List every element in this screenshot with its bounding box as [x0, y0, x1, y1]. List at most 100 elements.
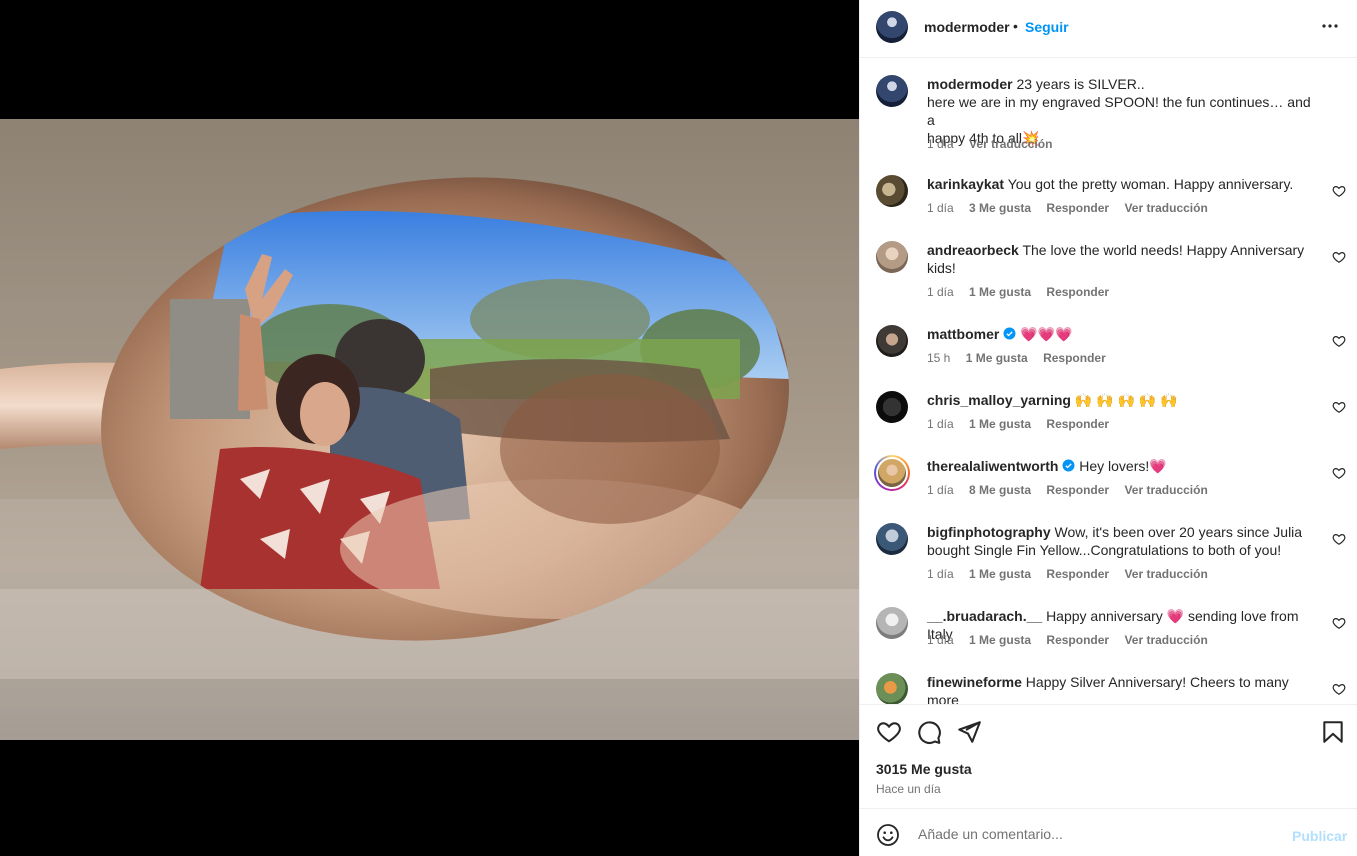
post-header: modermoder • Seguir: [860, 0, 1357, 58]
caption-meta: 1 día Ver traducción: [927, 137, 1064, 151]
commenter-avatar[interactable]: [876, 673, 908, 704]
comment-username[interactable]: karinkaykat: [927, 176, 1004, 192]
comment-composer: Publicar: [860, 808, 1357, 856]
caption-time[interactable]: 1 día: [927, 137, 954, 151]
comment-time[interactable]: 1 día: [927, 567, 954, 581]
translate-link[interactable]: Ver traducción: [1124, 201, 1207, 215]
translate-link[interactable]: Ver traducción: [1124, 633, 1207, 647]
comment-body: The love the world needs! Happy Annivers…: [1022, 242, 1305, 258]
comment-username[interactable]: therealaliwentworth: [927, 458, 1058, 474]
publish-button[interactable]: Publicar: [1292, 828, 1347, 844]
comment-text: bigfinphotography Wow, it's been over 20…: [927, 523, 1322, 559]
commenter-avatar[interactable]: [876, 391, 908, 423]
translate-link[interactable]: Ver traducción: [1124, 483, 1207, 497]
commenter-avatar[interactable]: [876, 241, 908, 273]
comment-like-heart-icon[interactable]: [1332, 250, 1346, 264]
comment-meta: 1 día 1 Me gusta Responder Ver traducció…: [927, 633, 1220, 647]
comment-username[interactable]: __.bruadarach.__: [927, 608, 1042, 624]
comment-meta: 1 día 8 Me gusta Responder Ver traducció…: [927, 483, 1220, 497]
comment-like-heart-icon[interactable]: [1332, 334, 1346, 348]
commenter-avatar[interactable]: [876, 325, 908, 357]
comment-likes[interactable]: 8 Me gusta: [969, 483, 1031, 497]
caption-line-2: here we are in my engraved SPOON! the fu…: [927, 94, 1311, 128]
owner-avatar[interactable]: [876, 11, 908, 43]
separator-dot: •: [1013, 18, 1018, 34]
comment-username[interactable]: finewineforme: [927, 674, 1022, 690]
comment-username[interactable]: chris_malloy_yarning: [927, 392, 1071, 408]
commenter-avatar[interactable]: [876, 607, 908, 639]
reply-button[interactable]: Responder: [1046, 567, 1109, 581]
caption-avatar[interactable]: [876, 75, 908, 107]
comment-text: chris_malloy_yarning 🙌 🙌 🙌 🙌 🙌: [927, 391, 1322, 409]
comment-likes[interactable]: 1 Me gusta: [966, 351, 1028, 365]
comment-meta: 1 día 3 Me gusta Responder Ver traducció…: [927, 201, 1220, 215]
post-timestamp[interactable]: Hace un día: [876, 782, 941, 796]
comment-time[interactable]: 1 día: [927, 483, 954, 497]
commenter-avatar[interactable]: [876, 523, 908, 555]
post-actions: 3015 Me gusta Hace un día: [860, 704, 1357, 808]
comment-body: Wow, it's been over 20 years since Julia: [1054, 524, 1303, 540]
comment-like-heart-icon[interactable]: [1332, 400, 1346, 414]
comment-likes[interactable]: 1 Me gusta: [969, 633, 1031, 647]
comment-text: therealaliwentworth Hey lovers!💗: [927, 457, 1322, 475]
comment-text: finewineforme Happy Silver Anniversary! …: [927, 673, 1322, 704]
comment-like-heart-icon[interactable]: [1332, 466, 1346, 480]
post-photo[interactable]: [0, 119, 859, 740]
comment-body: 💗💗💗: [1020, 326, 1073, 342]
comment-likes[interactable]: 1 Me gusta: [969, 567, 1031, 581]
comment-time[interactable]: 1 día: [927, 633, 954, 647]
comment-time[interactable]: 1 día: [927, 417, 954, 431]
comment-body: You got the pretty woman. Happy annivers…: [1007, 176, 1294, 192]
comment-time[interactable]: 1 día: [927, 285, 954, 299]
bookmark-icon[interactable]: [1320, 719, 1346, 745]
comment-time[interactable]: 15 h: [927, 351, 950, 365]
comment-likes[interactable]: 3 Me gusta: [969, 201, 1031, 215]
comments-list[interactable]: modermoder 23 years is SILVER.. here we …: [860, 59, 1357, 704]
verified-badge-icon: [1003, 327, 1016, 340]
comment-username[interactable]: andreaorbeck: [927, 242, 1019, 258]
comment-likes[interactable]: 1 Me gusta: [969, 285, 1031, 299]
post-media: [0, 0, 859, 856]
comment-text: karinkaykat You got the pretty woman. Ha…: [927, 175, 1322, 193]
comment-meta: 15 h 1 Me gusta Responder: [927, 351, 1118, 365]
caption-line-1: 23 years is SILVER..: [1016, 76, 1145, 92]
commenter-avatar-story-ring[interactable]: [874, 455, 910, 491]
comment-like-heart-icon[interactable]: [1332, 184, 1346, 198]
reply-button[interactable]: Responder: [1046, 483, 1109, 497]
caption-translate-link[interactable]: Ver traducción: [969, 137, 1052, 151]
reply-button[interactable]: Responder: [1046, 285, 1109, 299]
reply-button[interactable]: Responder: [1046, 417, 1109, 431]
comment-username[interactable]: mattbomer: [927, 326, 999, 342]
owner-username[interactable]: modermoder: [924, 19, 1010, 35]
comment-text: andreaorbeck The love the world needs! H…: [927, 241, 1322, 277]
comment-time[interactable]: 1 día: [927, 201, 954, 215]
caption-username[interactable]: modermoder: [927, 76, 1013, 92]
spoon-reflection-image: [0, 177, 859, 740]
commenter-avatar[interactable]: [876, 175, 908, 207]
comment-like-heart-icon[interactable]: [1332, 616, 1346, 630]
translate-link[interactable]: Ver traducción: [1124, 567, 1207, 581]
comment-meta: 1 día 1 Me gusta Responder: [927, 417, 1121, 431]
comment-icon[interactable]: [916, 719, 942, 745]
comment-body-cont: bought Single Fin Yellow...Congratulatio…: [927, 542, 1282, 558]
comment-like-heart-icon[interactable]: [1332, 682, 1346, 696]
comment-input[interactable]: [916, 819, 1280, 849]
likes-count[interactable]: 3015 Me gusta: [876, 761, 972, 777]
verified-badge-icon: [1062, 459, 1075, 472]
more-horizontal-icon[interactable]: [1318, 14, 1342, 38]
comment-body: Hey lovers!💗: [1079, 458, 1167, 474]
reply-button[interactable]: Responder: [1046, 201, 1109, 215]
comment-meta: 1 día 1 Me gusta Responder Ver traducció…: [927, 567, 1220, 581]
heart-icon[interactable]: [876, 719, 902, 745]
reply-button[interactable]: Responder: [1043, 351, 1106, 365]
comment-body: 🙌 🙌 🙌 🙌 🙌: [1074, 392, 1178, 408]
comment-meta: 1 día 1 Me gusta Responder: [927, 285, 1121, 299]
comment-likes[interactable]: 1 Me gusta: [969, 417, 1031, 431]
comment-like-heart-icon[interactable]: [1332, 532, 1346, 546]
follow-button[interactable]: Seguir: [1025, 19, 1069, 35]
post-side-panel: modermoder • Seguir modermoder 23 years …: [859, 0, 1357, 856]
emoji-icon[interactable]: [876, 823, 900, 847]
comment-username[interactable]: bigfinphotography: [927, 524, 1051, 540]
reply-button[interactable]: Responder: [1046, 633, 1109, 647]
share-icon[interactable]: [956, 719, 982, 745]
